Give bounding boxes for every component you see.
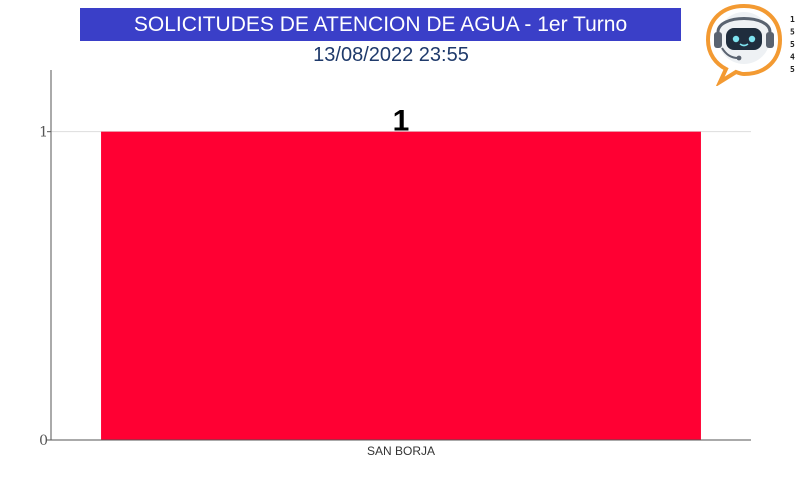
bar-0 bbox=[101, 131, 701, 440]
y-tick-label-0: 0 bbox=[39, 433, 48, 449]
robot-headset-icon: 1 5 5 4 5 bbox=[705, 3, 795, 86]
y-tick-label-1: 1 bbox=[39, 125, 48, 141]
logo-number-4: 5 bbox=[790, 65, 795, 74]
category-label-0: SAN BORJA bbox=[367, 444, 435, 458]
logo-number-1: 5 bbox=[790, 28, 795, 37]
logo-number-3: 4 bbox=[790, 53, 795, 62]
logo-number-2: 5 bbox=[790, 40, 795, 49]
logo-number-0: 1 bbox=[790, 15, 795, 24]
bar-chart: 1 SAN BORJA 0 1 bbox=[39, 70, 751, 458]
data-label-0: 1 bbox=[393, 105, 410, 138]
